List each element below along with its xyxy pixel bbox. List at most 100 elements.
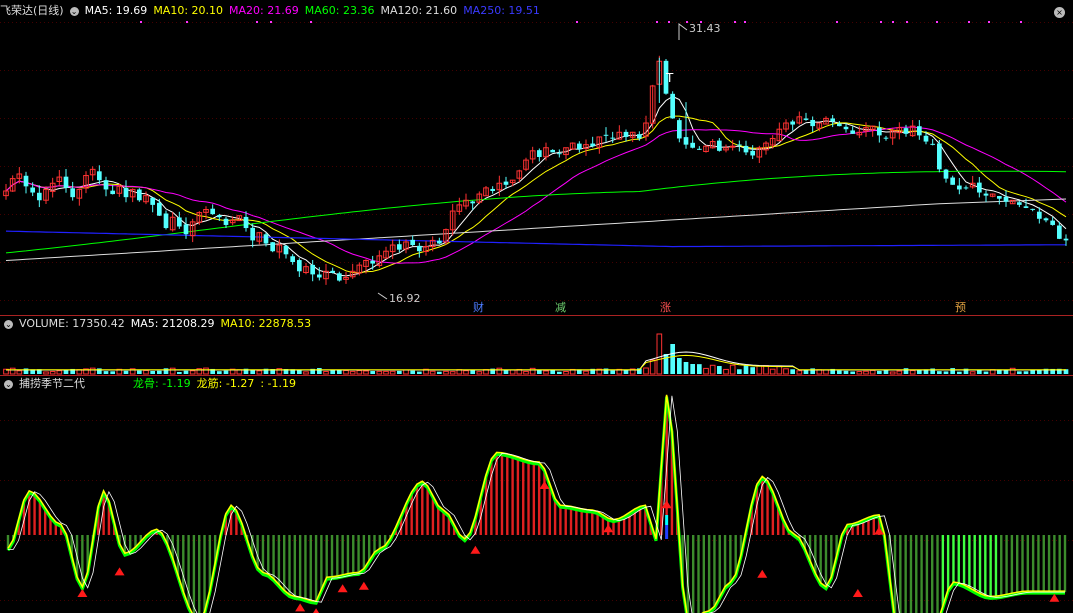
candle-body bbox=[837, 123, 842, 127]
ma250-value: MA250: 19.51 bbox=[463, 4, 540, 17]
event-forecast[interactable]: 预 bbox=[955, 299, 966, 315]
candle-body bbox=[803, 118, 809, 120]
signal-dot bbox=[836, 21, 838, 23]
stock-chart bbox=[0, 0, 1073, 613]
indicator-bar bbox=[426, 486, 429, 535]
longjin-value: 龙筋: -1.27 bbox=[196, 377, 255, 390]
candle-body bbox=[1003, 196, 1009, 202]
candle-body bbox=[337, 273, 342, 281]
volume-bar bbox=[670, 344, 675, 374]
indicator-bar bbox=[718, 535, 721, 598]
candle-body bbox=[397, 244, 402, 250]
signal-dot bbox=[936, 21, 938, 23]
indicator-bar bbox=[543, 469, 546, 535]
candle-body bbox=[877, 127, 882, 136]
stock-title: 飞荣达(日线) bbox=[0, 4, 64, 17]
indicator-bar bbox=[952, 535, 955, 583]
candle-body bbox=[937, 143, 942, 170]
volume-bar bbox=[123, 370, 129, 374]
volume-bar bbox=[977, 370, 982, 374]
candle-body bbox=[183, 224, 189, 235]
candle-body bbox=[1030, 208, 1035, 210]
candle-body bbox=[930, 143, 935, 145]
indicator-bar bbox=[367, 535, 371, 562]
candle-body bbox=[957, 185, 962, 190]
candle-body bbox=[243, 216, 249, 229]
volume-bar bbox=[557, 371, 562, 374]
close-icon[interactable]: × bbox=[1054, 7, 1065, 18]
candle-body bbox=[310, 264, 315, 275]
volume-bar bbox=[950, 368, 955, 374]
third-value: : -1.19 bbox=[260, 377, 297, 390]
event-finance[interactable]: 财 bbox=[473, 299, 484, 315]
indicator-bar bbox=[277, 535, 281, 586]
candle-body bbox=[1037, 211, 1042, 219]
candle-body bbox=[623, 131, 629, 137]
candle-body bbox=[943, 169, 949, 179]
indicator-bar bbox=[267, 535, 270, 576]
volume-bar bbox=[470, 369, 475, 374]
indicator-bar bbox=[1058, 535, 1061, 593]
main-panel-header: 飞荣达(日线) ⌄ MA5: 19.69 MA10: 20.10 MA20: 21.69… bbox=[0, 3, 546, 19]
indicator-bar bbox=[1005, 535, 1008, 596]
chevron-down-icon[interactable]: ⌄ bbox=[4, 379, 13, 389]
indicator-bar bbox=[946, 535, 950, 591]
indicator-bar bbox=[516, 458, 520, 535]
indicator-bar bbox=[941, 535, 945, 607]
volume-bar bbox=[1003, 370, 1009, 374]
indicator-bar bbox=[357, 535, 360, 574]
signal-dot bbox=[186, 21, 188, 23]
indicator-bar bbox=[994, 535, 998, 598]
signal-dot bbox=[892, 21, 894, 23]
candle-body bbox=[717, 140, 722, 151]
volume-bar bbox=[790, 369, 795, 374]
chevron-down-icon[interactable]: ⌄ bbox=[4, 319, 13, 329]
ma5-value: MA5: 19.69 bbox=[84, 4, 148, 17]
indicator-bar bbox=[362, 535, 366, 570]
indicator-bar bbox=[984, 535, 987, 597]
indicator-bar bbox=[591, 511, 594, 535]
candle-body bbox=[550, 149, 555, 153]
candle-body bbox=[270, 242, 275, 252]
indicator-bar bbox=[707, 535, 711, 612]
volume-bar bbox=[410, 370, 415, 374]
indicator-bar bbox=[936, 535, 939, 613]
candle-body bbox=[1023, 206, 1029, 208]
candle-body bbox=[137, 189, 142, 201]
signal-dot bbox=[686, 21, 688, 23]
volume-bar bbox=[850, 371, 855, 374]
candle-body bbox=[70, 188, 75, 198]
candle-body bbox=[210, 208, 215, 215]
volume-bar bbox=[803, 370, 809, 374]
volume-bar bbox=[417, 371, 422, 374]
chevron-down-icon[interactable]: ⌄ bbox=[69, 6, 79, 16]
event-rise[interactable]: 涨 bbox=[660, 299, 671, 315]
volume-bar bbox=[717, 366, 722, 374]
candle-body bbox=[557, 153, 562, 155]
volume-bar bbox=[1017, 371, 1022, 374]
candle-body bbox=[157, 202, 162, 216]
volume-bar bbox=[223, 370, 229, 374]
volume-ma10-value: MA10: 22878.53 bbox=[220, 317, 312, 330]
candle-body bbox=[750, 150, 755, 156]
indicator-bar bbox=[638, 507, 642, 535]
ma20-value: MA20: 21.69 bbox=[229, 4, 299, 17]
indicator-bar bbox=[989, 535, 992, 598]
volume-bar bbox=[163, 368, 169, 374]
candle-body bbox=[283, 245, 289, 255]
indicator-bar bbox=[346, 535, 350, 575]
signal-dot bbox=[668, 21, 670, 23]
volume-bar bbox=[957, 371, 962, 374]
candle-body bbox=[23, 175, 29, 187]
volume-bar bbox=[550, 370, 555, 374]
volume-bar bbox=[877, 370, 882, 374]
candle-body bbox=[683, 137, 689, 145]
event-reduce[interactable]: 减 bbox=[555, 299, 566, 315]
indicator-bar bbox=[1042, 535, 1045, 593]
low-price-label: 16.92 bbox=[389, 292, 421, 305]
signal-dot bbox=[968, 21, 970, 23]
volume-bar bbox=[1030, 369, 1035, 374]
indicator-bar bbox=[532, 462, 536, 535]
volume-bar bbox=[843, 370, 849, 374]
indicator-bar bbox=[192, 535, 196, 613]
